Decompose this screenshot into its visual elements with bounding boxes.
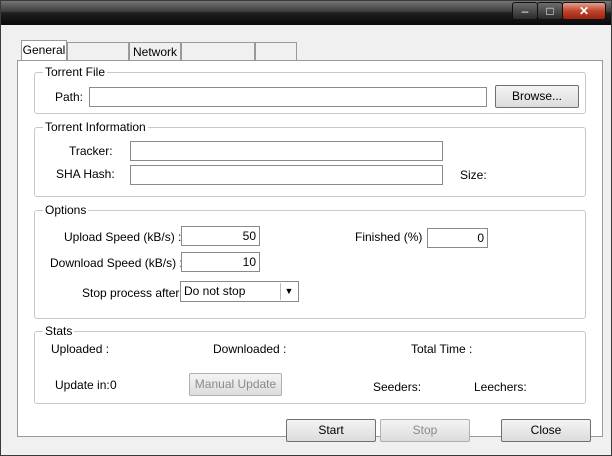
path-label: Path: bbox=[55, 90, 84, 104]
sha-hash-label: SHA Hash: bbox=[56, 167, 115, 181]
options-group: Options Upload Speed (kB/s) : 50 Downloa… bbox=[34, 203, 586, 319]
tab-panel-general: Torrent File Path: Browse... Torrent Inf… bbox=[17, 60, 603, 437]
chevron-down-icon[interactable]: ▼ bbox=[280, 283, 297, 300]
downloaded-label: Downloaded : bbox=[213, 342, 287, 356]
total-time-label: Total Time : bbox=[411, 342, 473, 356]
client-area: General Network Torrent File Path: Brows… bbox=[9, 25, 603, 450]
torrent-info-group: Torrent Information Tracker: SHA Hash: S… bbox=[34, 120, 586, 197]
tab-general[interactable]: General bbox=[21, 40, 67, 62]
tracker-label: Tracker: bbox=[69, 144, 113, 158]
torrent-file-group: Torrent File Path: Browse... bbox=[34, 65, 586, 114]
title-bar[interactable]: – □ ✕ bbox=[1, 1, 611, 25]
download-speed-label: Download Speed (kB/s) : bbox=[50, 256, 183, 270]
size-label: Size: bbox=[460, 168, 487, 182]
torrent-info-legend: Torrent Information bbox=[43, 120, 148, 134]
maximize-button[interactable]: □ bbox=[537, 2, 563, 20]
torrent-file-legend: Torrent File bbox=[43, 65, 108, 79]
update-in-label: Update in: bbox=[55, 378, 110, 392]
tab-5[interactable] bbox=[255, 42, 297, 62]
finished-label: Finished (%) bbox=[355, 230, 423, 244]
stop-button[interactable]: Stop bbox=[380, 419, 470, 442]
path-input[interactable] bbox=[89, 87, 487, 107]
tab-2[interactable] bbox=[67, 42, 129, 62]
browse-button[interactable]: Browse... bbox=[495, 85, 579, 108]
tab-4[interactable] bbox=[181, 42, 255, 62]
stats-group: Stats Uploaded : Downloaded : Total Time… bbox=[34, 324, 586, 404]
update-in-value: 0 bbox=[110, 378, 117, 392]
close-button[interactable]: Close bbox=[501, 419, 591, 442]
minimize-button[interactable]: – bbox=[512, 2, 538, 20]
upload-speed-input[interactable]: 50 bbox=[181, 226, 260, 246]
app-window: – □ ✕ General Network Torrent File Path:… bbox=[0, 0, 612, 456]
upload-speed-label: Upload Speed (kB/s) : bbox=[64, 230, 182, 244]
stats-legend: Stats bbox=[43, 324, 75, 338]
start-button[interactable]: Start bbox=[286, 419, 376, 442]
stop-process-value: Do not stop bbox=[184, 284, 246, 298]
close-window-button[interactable]: ✕ bbox=[562, 2, 606, 20]
finished-input[interactable]: 0 bbox=[427, 228, 488, 248]
leechers-label: Leechers: bbox=[474, 380, 527, 394]
stop-process-select[interactable]: Do not stop ▼ bbox=[180, 281, 299, 302]
stop-process-label: Stop process after: bbox=[82, 286, 183, 300]
options-legend: Options bbox=[43, 203, 89, 217]
seeders-label: Seeders: bbox=[373, 380, 422, 394]
uploaded-label: Uploaded : bbox=[51, 342, 110, 356]
sha-hash-input[interactable] bbox=[130, 165, 443, 185]
tracker-input[interactable] bbox=[130, 141, 443, 161]
tab-network[interactable]: Network bbox=[129, 42, 181, 62]
manual-update-button[interactable]: Manual Update bbox=[189, 373, 282, 396]
download-speed-input[interactable]: 10 bbox=[181, 252, 260, 272]
